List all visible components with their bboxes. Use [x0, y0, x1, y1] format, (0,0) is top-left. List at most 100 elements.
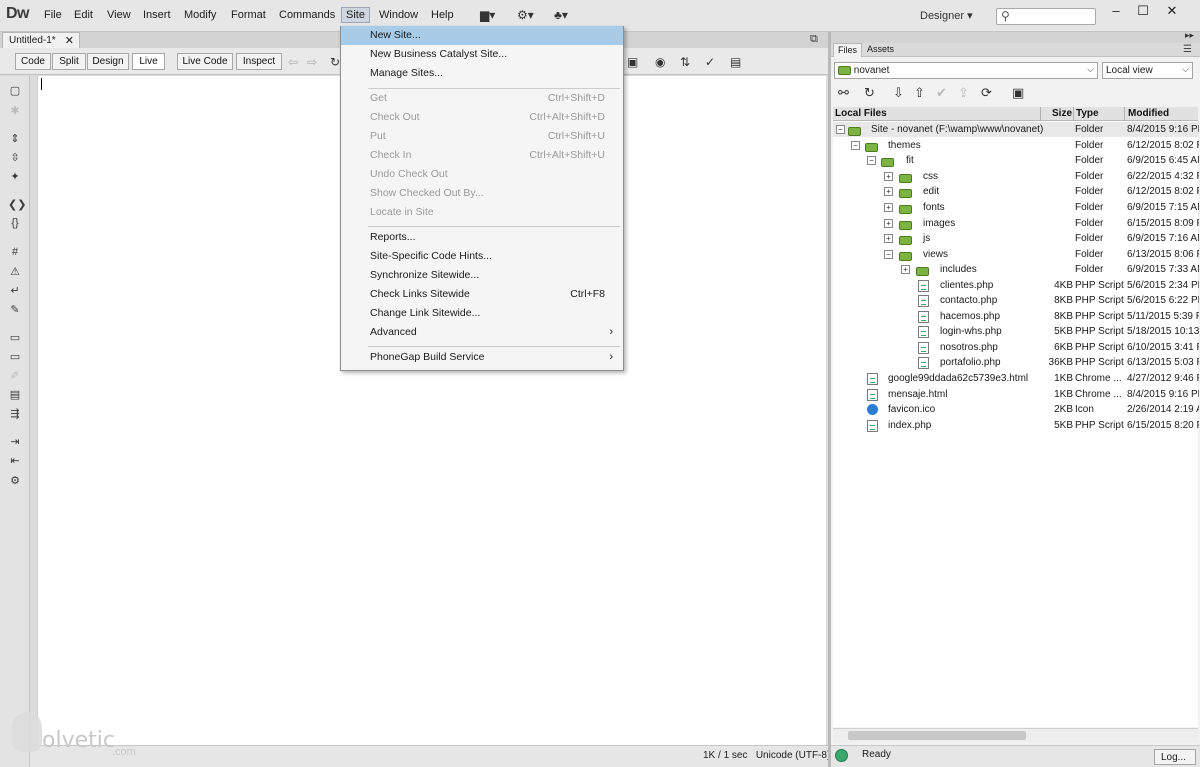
tree-row-fit[interactable]: − fit Folder 6/9/2015 6:45 AM	[833, 153, 1199, 168]
expand-icon[interactable]: +	[884, 172, 893, 181]
check-browser-icon[interactable]: ✓	[705, 55, 715, 69]
menu-site[interactable]: Site	[341, 7, 370, 23]
inspect-button[interactable]: Inspect	[236, 53, 282, 70]
outdent-icon[interactable]: ⇤	[8, 454, 22, 467]
menu-help[interactable]: Help	[427, 8, 458, 22]
syntax-coloring-icon[interactable]: ✎	[8, 303, 22, 316]
menu-format[interactable]: Format	[227, 8, 270, 22]
tree-row-hacemos[interactable]: hacemos.php 8KB PHP Script 5/11/2015 5:3…	[833, 309, 1199, 324]
view-select[interactable]: Local view ⌵	[1102, 62, 1193, 79]
menu-file[interactable]: File	[40, 8, 66, 22]
menu-edit[interactable]: Edit	[70, 8, 97, 22]
tree-row-css[interactable]: + css Folder 6/22/2015 4:32 PM	[833, 169, 1199, 184]
collapse-icon[interactable]: −	[836, 125, 845, 134]
menu-item-check-links[interactable]: Check Links Sitewide Ctrl+F8	[341, 285, 623, 304]
column-local-files[interactable]: Local Files	[835, 108, 887, 119]
code-view-button[interactable]: Code	[15, 53, 51, 70]
tree-row-themes[interactable]: − themes Folder 6/12/2015 8:02 PM	[833, 138, 1199, 153]
tree-row-portafolio[interactable]: portafolio.php 36KB PHP Script 6/13/2015…	[833, 355, 1199, 370]
move-css-icon[interactable]: ⇶	[8, 407, 22, 420]
preview-browser-icon[interactable]: ◉	[655, 55, 665, 69]
restore-icon[interactable]: ⧉	[810, 33, 818, 46]
panel-options-icon[interactable]: ☰	[1183, 44, 1192, 55]
select-parent-tag-icon[interactable]: ❮❯	[8, 198, 26, 211]
maximize-button[interactable]: ☐	[1130, 3, 1156, 21]
remove-comment-icon[interactable]: ▭	[8, 350, 22, 363]
menu-insert[interactable]: Insert	[139, 8, 175, 22]
live-code-button[interactable]: Live Code	[177, 53, 233, 70]
tree-row-clientes[interactable]: clientes.php 4KB PHP Script 5/6/2015 2:3…	[833, 278, 1199, 293]
site-select[interactable]: novanet ⌵	[834, 62, 1098, 79]
column-size[interactable]: Size	[1052, 108, 1072, 119]
file-management-icon[interactable]: ✱	[8, 104, 22, 117]
tree-row-nosotros[interactable]: nosotros.php 6KB PHP Script 6/10/2015 3:…	[833, 340, 1199, 355]
tree-row-site-root[interactable]: − Site - novanet (F:\wamp\www\novanet) F…	[833, 122, 1199, 137]
tree-row-fonts[interactable]: + fonts Folder 6/9/2015 7:15 AM	[833, 200, 1199, 215]
recent-snippets-icon[interactable]: ▤	[8, 388, 22, 401]
check-out-icon[interactable]: ✔	[936, 85, 947, 101]
expand-icon[interactable]: +	[884, 234, 893, 243]
multiscreen-icon[interactable]: ▣	[627, 55, 638, 69]
highlight-invalid-icon[interactable]: ⚠	[8, 265, 22, 278]
tree-row-js[interactable]: + js Folder 6/9/2015 7:16 AM	[833, 231, 1199, 246]
menu-window[interactable]: Window	[375, 8, 422, 22]
menu-item-reports[interactable]: Reports...	[341, 228, 623, 247]
menu-item-advanced[interactable]: Advanced ›	[341, 323, 623, 342]
visual-aids-icon[interactable]: ▤	[730, 55, 741, 69]
apply-comment-icon[interactable]: ▭	[8, 331, 22, 344]
tree-row-mensaje[interactable]: mensaje.html 1KB Chrome ... 8/4/2015 9:1…	[833, 387, 1199, 402]
gear-icon[interactable]: ⚙▾	[517, 8, 534, 22]
menu-item-change-link[interactable]: Change Link Sitewide...	[341, 304, 623, 323]
search-input[interactable]: ⚲	[996, 8, 1096, 25]
menu-item-undo-check-out[interactable]: Undo Check Out	[341, 165, 623, 184]
menu-item-phonegap[interactable]: PhoneGap Build Service ›	[341, 348, 623, 367]
line-numbers-icon[interactable]: #	[8, 246, 22, 258]
document-tab[interactable]: Untitled-1* ✕	[2, 32, 80, 48]
menu-item-put[interactable]: Put Ctrl+Shift+U	[341, 127, 623, 146]
expand-icon[interactable]: +	[901, 265, 910, 274]
word-wrap-icon[interactable]: ↵	[8, 284, 22, 297]
tree-row-login-whs[interactable]: login-whs.php 5KB PHP Script 5/18/2015 1…	[833, 324, 1199, 339]
close-window-button[interactable]: ✕	[1159, 3, 1185, 21]
log-button[interactable]: Log...	[1154, 749, 1196, 765]
site-extensions-icon[interactable]: ♣▾	[554, 8, 568, 22]
split-view-button[interactable]: Split	[52, 53, 86, 70]
menu-commands[interactable]: Commands	[275, 8, 339, 22]
menu-item-code-hints[interactable]: Site-Specific Code Hints...	[341, 247, 623, 266]
menu-item-new-site[interactable]: New Site...	[341, 26, 623, 45]
expand-panel-icon[interactable]: ▣	[1012, 85, 1024, 101]
layout-icon[interactable]: ▆▾	[480, 8, 495, 22]
format-source-icon[interactable]: ⚙	[8, 474, 22, 487]
expand-icon[interactable]: +	[884, 187, 893, 196]
expand-icon[interactable]: +	[884, 203, 893, 212]
collapse-panel-icon[interactable]: ▸▸	[1185, 30, 1194, 41]
workspace-switcher[interactable]: Designer ▾	[920, 9, 973, 22]
menu-item-check-in[interactable]: Check In Ctrl+Alt+Shift+U	[341, 146, 623, 165]
collapse-icon[interactable]: −	[884, 250, 893, 259]
collapse-icon[interactable]: −	[867, 156, 876, 165]
expand-icon[interactable]: +	[884, 219, 893, 228]
scrollbar-thumb[interactable]	[848, 731, 1026, 740]
tree-row-includes[interactable]: + includes Folder 6/9/2015 7:33 AM	[833, 262, 1199, 277]
open-documents-icon[interactable]: ▢	[8, 84, 22, 97]
column-modified[interactable]: Modified	[1128, 108, 1169, 119]
expand-all-icon[interactable]: ✦	[8, 170, 22, 183]
menu-item-check-out[interactable]: Check Out Ctrl+Alt+Shift+D	[341, 108, 623, 127]
tab-assets[interactable]: Assets	[863, 43, 898, 57]
menu-item-get[interactable]: Get Ctrl+Shift+D	[341, 89, 623, 108]
balance-braces-icon[interactable]: {}	[8, 217, 22, 229]
menu-view[interactable]: View	[103, 8, 135, 22]
menu-modify[interactable]: Modify	[180, 8, 220, 22]
wrap-tag-icon[interactable]: ✐	[8, 369, 22, 382]
tab-files[interactable]: Files	[833, 43, 863, 57]
check-in-icon[interactable]: ⇪	[958, 85, 969, 101]
tree-row-images[interactable]: + images Folder 6/15/2015 8:09 PM	[833, 216, 1199, 231]
get-files-icon[interactable]: ⇩	[893, 85, 904, 101]
collapse-icon[interactable]: −	[851, 141, 860, 150]
menu-item-new-bc-site[interactable]: New Business Catalyst Site...	[341, 45, 623, 64]
back-arrow-icon[interactable]: ⇦	[288, 55, 298, 69]
file-management-icon[interactable]: ⇅	[680, 55, 690, 69]
tree-row-edit[interactable]: + edit Folder 6/12/2015 8:02 PM	[833, 184, 1199, 199]
tree-row-contacto[interactable]: contacto.php 8KB PHP Script 5/6/2015 6:2…	[833, 293, 1199, 308]
collapse-selection-icon[interactable]: ⇳	[8, 151, 22, 164]
